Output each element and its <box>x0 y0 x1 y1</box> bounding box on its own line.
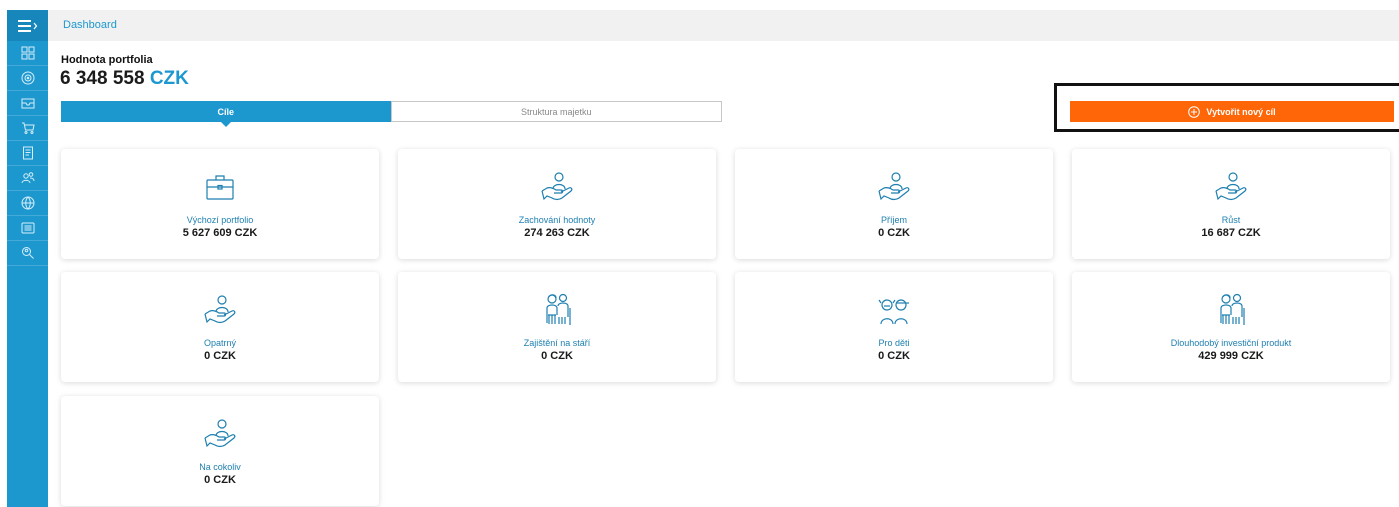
goal-card-income[interactable]: Příjem 0 CZK <box>735 149 1053 259</box>
goal-card-label: Dlouhodobý investiční produkt <box>1170 338 1292 348</box>
goal-card-growth[interactable]: Růst 16 687 CZK <box>1072 149 1390 259</box>
hand-person-icon <box>875 169 913 205</box>
sidebar-item-clients[interactable] <box>7 166 48 191</box>
goal-card-label: Výchozí portfolio <box>186 215 254 225</box>
goal-card-label: Opatrný <box>203 338 236 348</box>
document-icon <box>22 146 33 160</box>
goal-card-value: 429 999 CZK <box>1198 350 1264 362</box>
goal-card-value: 274 263 CZK <box>524 227 590 239</box>
goal-card-value: 0 CZK <box>878 227 910 239</box>
goal-card-value: 0 CZK <box>878 350 910 362</box>
goal-card-label: Příjem <box>880 215 907 225</box>
top-bar: Dashboard <box>48 10 1399 41</box>
sidebar-item-inbox[interactable] <box>7 91 48 116</box>
users-icon <box>21 172 34 184</box>
sidebar-item-documents[interactable] <box>7 141 48 166</box>
goal-card-long-term-product[interactable]: Dlouhodobý investiční produkt 429 999 CZ… <box>1072 272 1390 382</box>
children-icon <box>875 292 913 328</box>
hand-person-icon <box>1212 169 1250 205</box>
goal-card-label: Zachování hodnoty <box>518 215 596 225</box>
briefcase-icon <box>201 169 239 205</box>
elderly-couple-icon <box>538 292 576 328</box>
goal-card-value: 0 CZK <box>204 474 236 486</box>
sidebar-item-goals[interactable] <box>7 66 48 91</box>
hand-person-icon <box>538 169 576 205</box>
tab-goals[interactable]: Cíle <box>61 101 391 127</box>
sidebar-item-list[interactable] <box>7 216 48 241</box>
goal-card-value: 0 CZK <box>204 350 236 362</box>
plus-circle-icon <box>1188 105 1201 118</box>
elderly-couple-icon <box>1212 292 1250 328</box>
globe-icon <box>21 196 34 210</box>
tab-bar: Cíle Struktura majetku <box>61 101 722 127</box>
goal-card-label: Pro děti <box>878 338 910 348</box>
list-icon <box>21 222 34 234</box>
portfolio-value: 6 348 558 CZK <box>60 68 189 90</box>
tab-asset-structure[interactable]: Struktura majetku <box>390 101 722 122</box>
goal-card-value: 16 687 CZK <box>1201 227 1261 239</box>
goal-card-label: Zajištění na stáří <box>523 338 591 348</box>
create-goal-button[interactable]: Vytvořit nový cíl <box>1070 101 1394 122</box>
create-goal-label: Vytvořit nový cíl <box>1206 106 1276 117</box>
goal-card-label: Růst <box>1221 215 1241 225</box>
sidebar-toggle-button[interactable] <box>7 10 48 41</box>
breadcrumb[interactable]: Dashboard <box>63 19 117 31</box>
cart-icon <box>21 122 35 134</box>
goal-card-value: 5 627 609 CZK <box>182 227 258 239</box>
goal-card-anything[interactable]: Na cokoliv 0 CZK <box>61 396 379 506</box>
hamburger-menu-icon <box>17 19 37 32</box>
goal-card-retirement[interactable]: Zajištění na stáří 0 CZK <box>398 272 716 382</box>
sidebar-item-search[interactable] <box>7 241 48 266</box>
sidebar-item-markets[interactable] <box>7 191 48 216</box>
hand-person-icon <box>201 292 239 328</box>
goal-card-cautious[interactable]: Opatrný 0 CZK <box>61 272 379 382</box>
portfolio-title: Hodnota portfolia <box>61 54 153 66</box>
goal-card-default-portfolio[interactable]: Výchozí portfolio 5 627 609 CZK <box>61 149 379 259</box>
search-people-icon <box>21 247 34 259</box>
goal-card-value: 0 CZK <box>541 350 573 362</box>
dashboard-grid-icon <box>21 46 34 60</box>
goal-card-children[interactable]: Pro děti 0 CZK <box>735 272 1053 382</box>
portfolio-amount: 6 348 558 <box>60 68 145 89</box>
portfolio-currency: CZK <box>149 68 189 89</box>
sidebar-item-shop[interactable] <box>7 116 48 141</box>
hand-person-icon <box>201 416 239 452</box>
sidebar-item-dashboard[interactable] <box>7 41 48 66</box>
goal-card-label: Na cokoliv <box>199 462 241 472</box>
goal-card-value-preservation[interactable]: Zachování hodnoty 274 263 CZK <box>398 149 716 259</box>
target-icon <box>21 71 34 85</box>
sidebar <box>7 10 48 507</box>
inbox-icon <box>21 98 34 109</box>
